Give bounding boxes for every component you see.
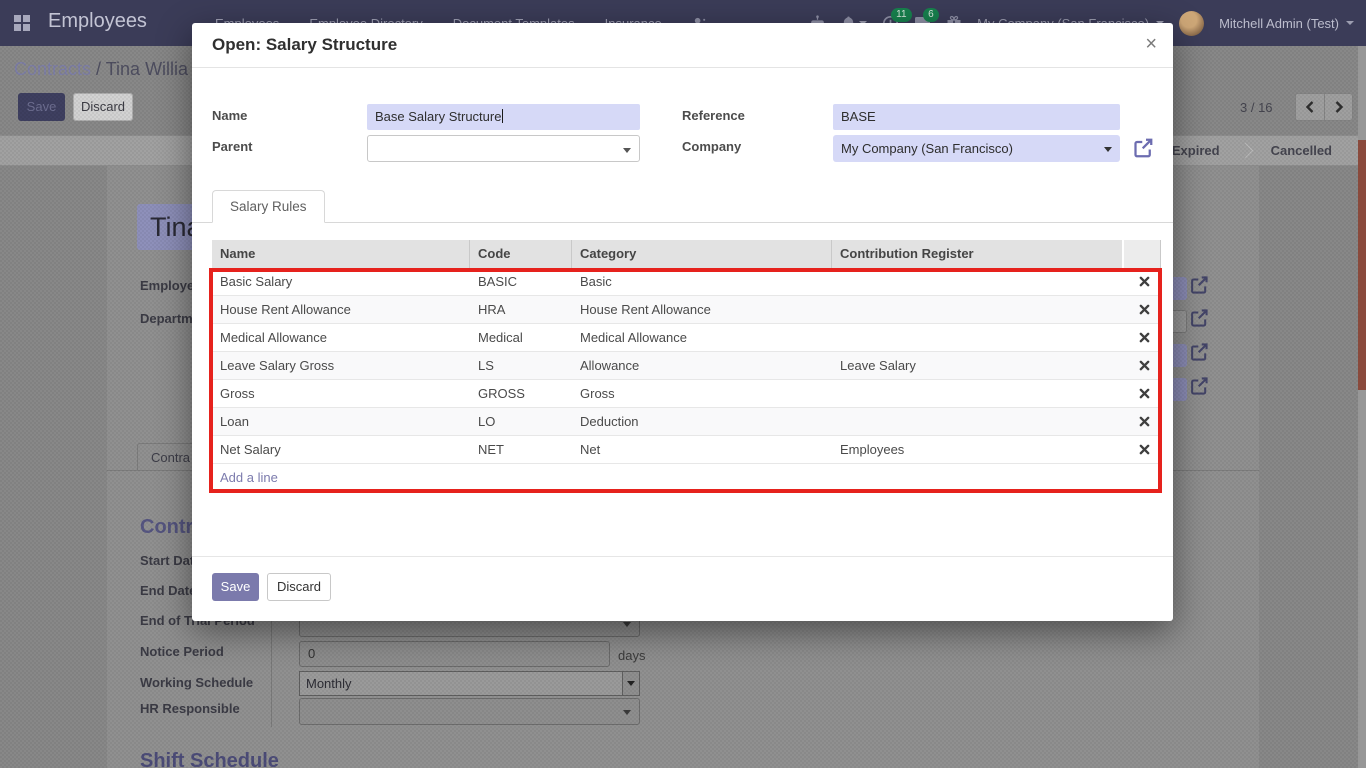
reference-label: Reference (682, 108, 745, 123)
apps-menu-icon[interactable] (14, 15, 30, 31)
field-stub[interactable] (1173, 378, 1187, 401)
pager-value: 3 / 16 (1240, 100, 1273, 115)
user-menu[interactable]: Mitchell Admin (Test) (1219, 16, 1339, 31)
delete-row-icon[interactable] (1122, 436, 1159, 463)
delete-row-icon[interactable] (1122, 268, 1159, 295)
pager (1295, 93, 1353, 121)
delete-row-icon[interactable] (1122, 380, 1159, 407)
table-row[interactable]: Loan LO Deduction (212, 408, 1161, 436)
statusbar-state-cancelled[interactable]: Cancelled (1251, 143, 1352, 158)
parent-select[interactable] (367, 135, 640, 162)
salary-rules-table: Name Code Category Contribution Register… (212, 240, 1161, 491)
notice-period-label: Notice Period (140, 644, 224, 659)
pager-previous-button[interactable] (1295, 93, 1324, 121)
working-schedule-label: Working Schedule (140, 675, 253, 690)
name-input[interactable]: Base Salary Structure (367, 104, 640, 130)
text-cursor (502, 109, 503, 123)
table-row[interactable]: House Rent Allowance HRA House Rent Allo… (212, 296, 1161, 324)
working-schedule-select[interactable]: Monthly (299, 671, 640, 696)
column-header-name[interactable]: Name (212, 240, 470, 268)
modal-close-icon[interactable]: × (1145, 32, 1157, 56)
reference-input[interactable]: BASE (833, 104, 1120, 130)
column-header-contribution-register[interactable]: Contribution Register (832, 240, 1122, 268)
field-stub[interactable] (1173, 277, 1187, 300)
external-link-icon[interactable] (1188, 341, 1210, 368)
external-link-icon[interactable] (1188, 307, 1210, 334)
page-save-button[interactable]: Save (18, 93, 65, 121)
delete-row-icon[interactable] (1122, 352, 1159, 379)
user-caret-icon (1346, 21, 1354, 25)
modal-save-button[interactable]: Save (212, 573, 259, 601)
breadcrumb-record: Tina Willia (106, 59, 188, 79)
company-external-link-icon[interactable] (1131, 136, 1155, 165)
department-label: Departm (140, 311, 193, 326)
modal-header: Open: Salary Structure × (192, 23, 1173, 68)
table-row[interactable]: Gross GROSS Gross (212, 380, 1161, 408)
field-stub[interactable] (1173, 344, 1187, 367)
end-date-label: End Date (140, 583, 196, 598)
modal-footer-divider (192, 556, 1173, 557)
pager-next-button[interactable] (1324, 93, 1353, 121)
column-header-delete (1124, 240, 1161, 268)
select-arrow-icon[interactable] (622, 672, 639, 695)
delete-row-icon[interactable] (1122, 296, 1159, 323)
salary-structure-modal: Open: Salary Structure × Name Base Salar… (192, 23, 1173, 621)
hr-responsible-select[interactable] (299, 698, 640, 725)
column-header-category[interactable]: Category (572, 240, 832, 268)
app-name[interactable]: Employees (48, 10, 147, 33)
delete-row-icon[interactable] (1122, 408, 1159, 435)
modal-discard-button[interactable]: Discard (267, 573, 331, 601)
hr-responsible-label: HR Responsible (140, 701, 240, 716)
employee-label: Employe (140, 278, 194, 293)
company-select[interactable]: My Company (San Francisco) (833, 135, 1120, 162)
table-row[interactable]: Leave Salary Gross LS Allowance Leave Sa… (212, 352, 1161, 380)
table-row[interactable]: Basic Salary BASIC Basic (212, 268, 1161, 296)
delete-row-icon[interactable] (1122, 324, 1159, 351)
column-header-code[interactable]: Code (470, 240, 572, 268)
table-row[interactable]: Net Salary NET Net Employees (212, 436, 1161, 464)
user-avatar[interactable] (1179, 11, 1204, 36)
shift-schedule-heading: Shift Schedule (140, 750, 279, 768)
activities-count-badge: 11 (891, 8, 911, 22)
field-stub[interactable] (1173, 310, 1187, 333)
external-link-icon[interactable] (1188, 274, 1210, 301)
days-suffix-label: days (618, 648, 645, 663)
page-discard-button[interactable]: Discard (73, 93, 133, 121)
notice-period-input[interactable]: 0 (299, 641, 610, 667)
company-label: Company (682, 139, 741, 154)
table-row[interactable]: Medical Allowance Medical Medical Allowa… (212, 324, 1161, 352)
table-header-row: Name Code Category Contribution Register (212, 240, 1161, 268)
breadcrumb-contracts[interactable]: Contracts (14, 59, 91, 79)
parent-label: Parent (212, 139, 252, 154)
modal-title: Open: Salary Structure (212, 35, 397, 55)
messages-count-badge: 6 (923, 8, 939, 22)
external-link-icon[interactable] (1188, 375, 1210, 402)
tab-salary-rules[interactable]: Salary Rules (212, 190, 325, 223)
add-a-line-link[interactable]: Add a line (212, 464, 1161, 491)
scrollbar-thumb[interactable] (1358, 140, 1366, 390)
breadcrumb: Contracts / Tina Willia (14, 59, 188, 80)
tab-underline (192, 222, 1173, 223)
start-date-label: Start Dat (140, 553, 194, 568)
name-label: Name (212, 108, 247, 123)
contract-section-heading: Contr (140, 516, 193, 539)
